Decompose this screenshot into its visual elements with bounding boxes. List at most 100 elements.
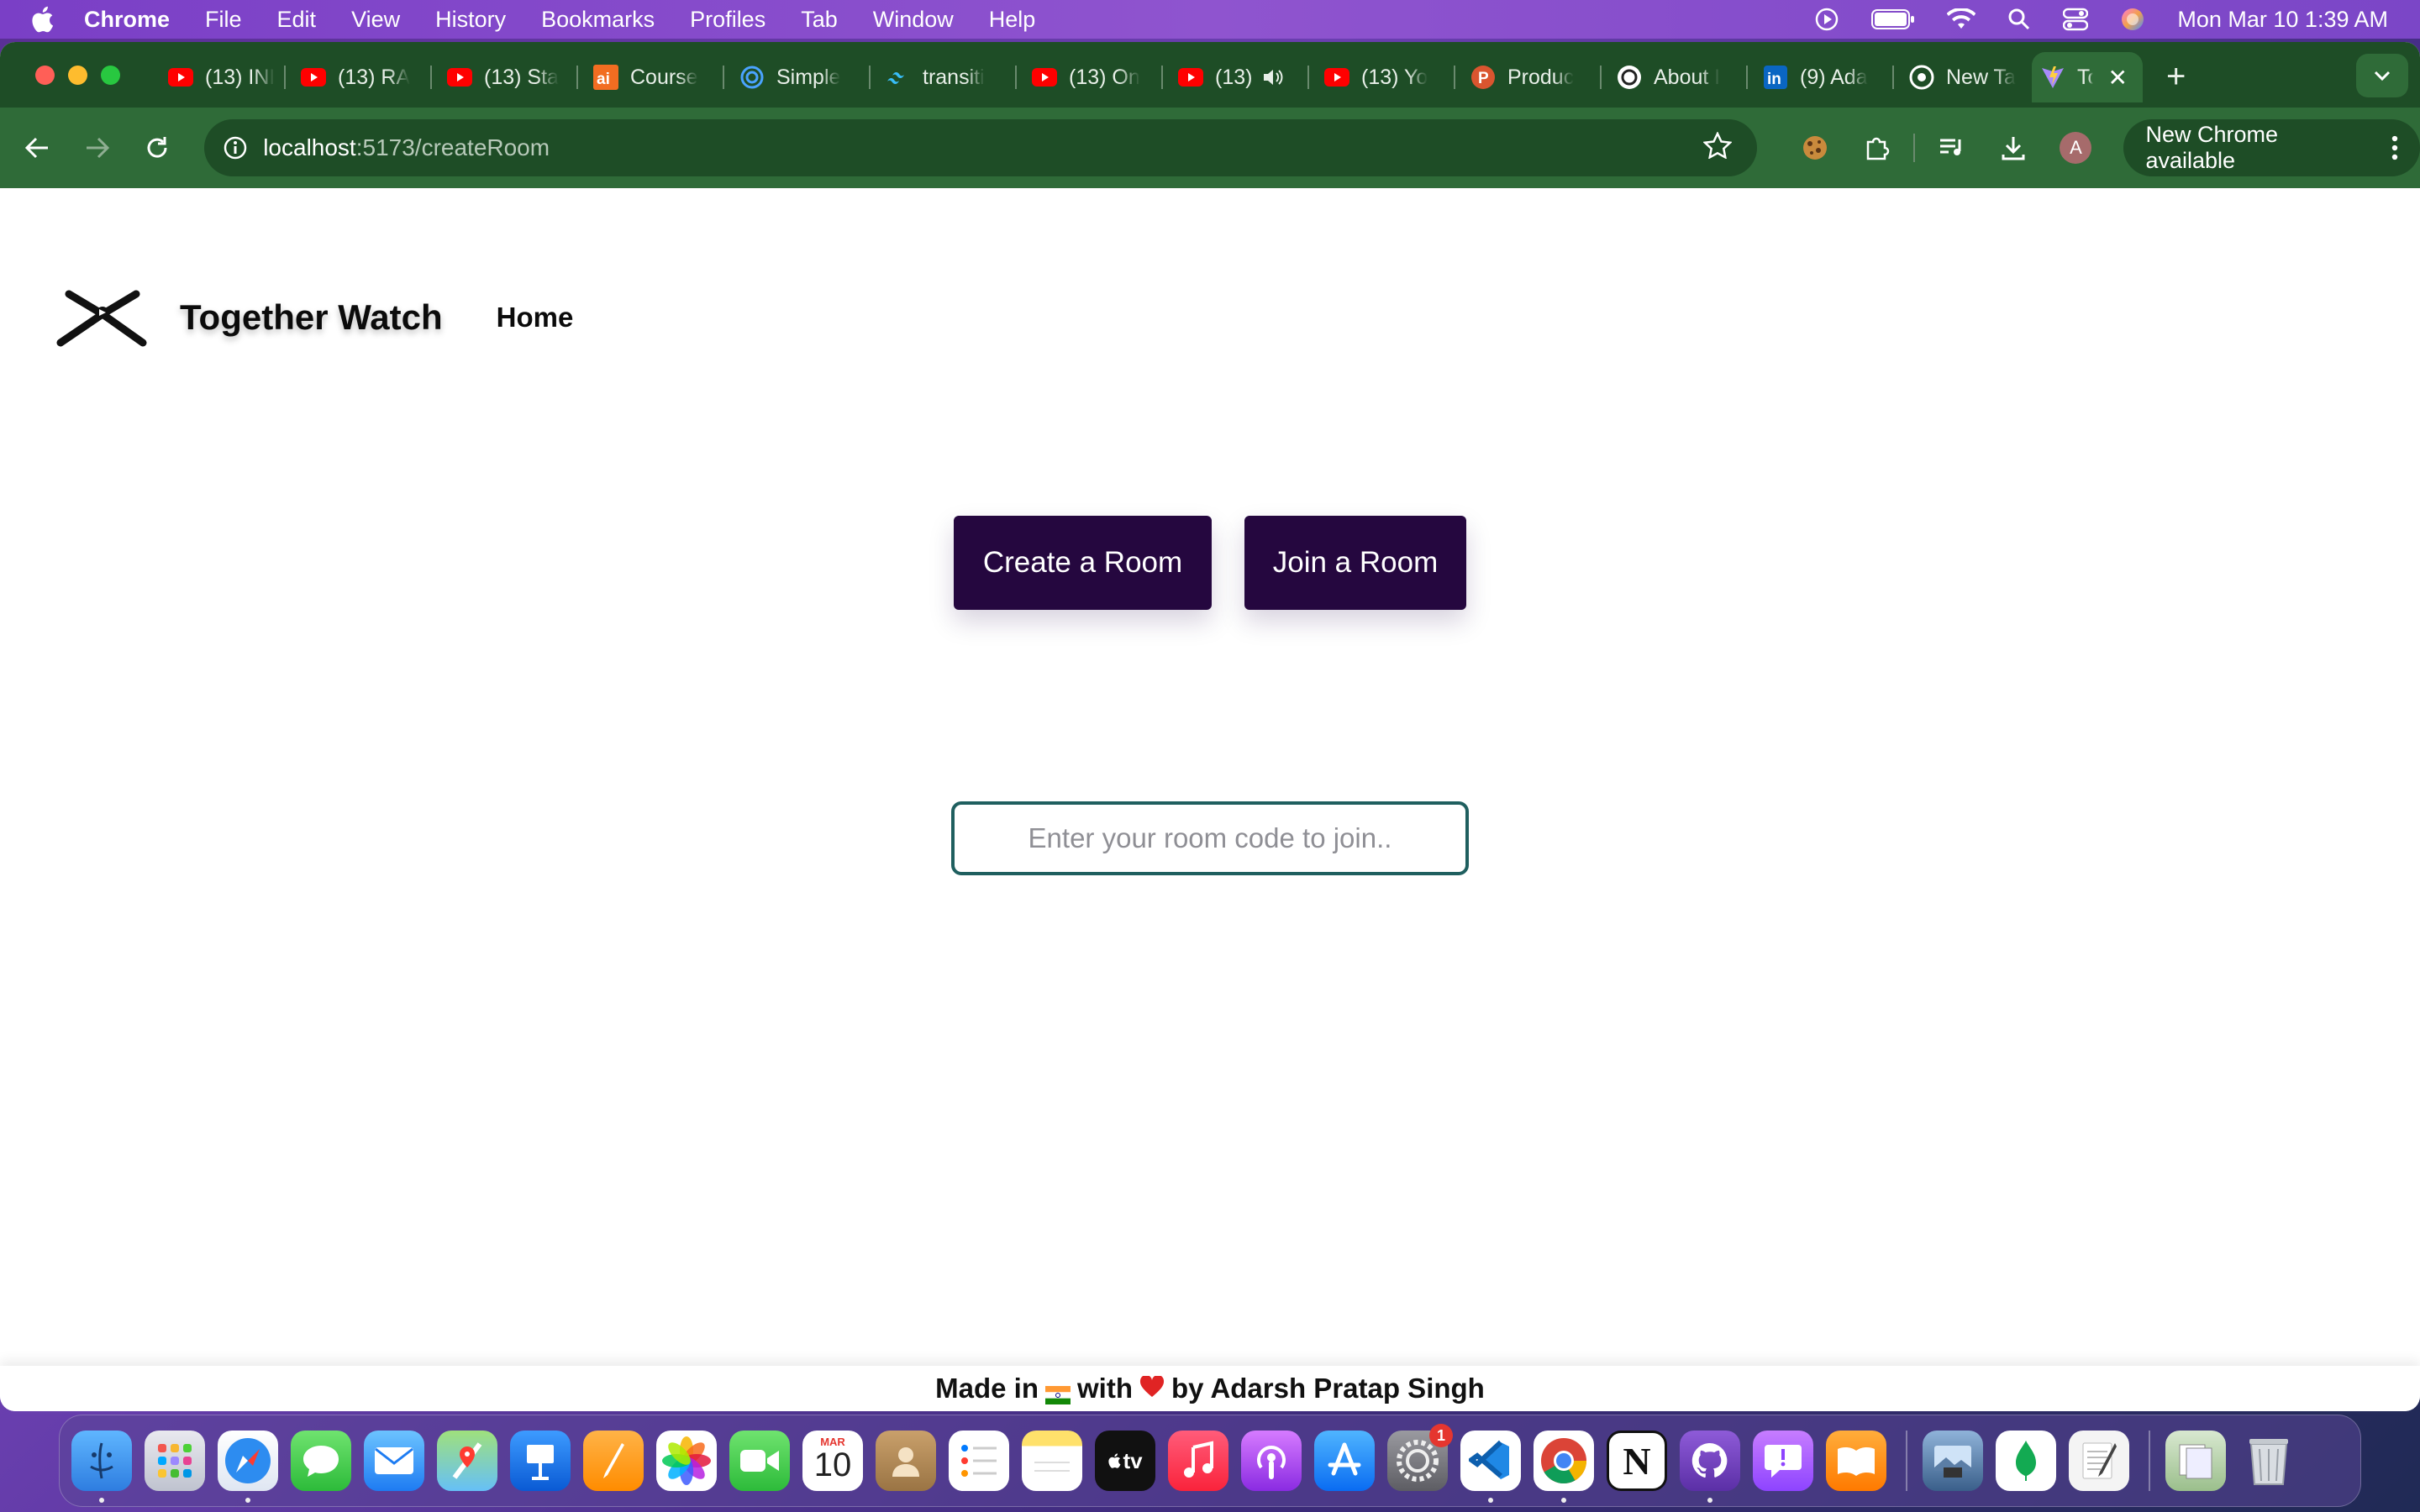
tab-linkedin[interactable]: in (9) Ada: [1754, 52, 1886, 102]
menu-history[interactable]: History: [435, 7, 506, 33]
dock-app-store-icon[interactable]: [1314, 1431, 1375, 1491]
dock-trash-icon[interactable]: [2238, 1431, 2299, 1491]
menu-file[interactable]: File: [205, 7, 242, 33]
tab-youtube-1[interactable]: (13) INI: [160, 52, 277, 102]
menu-profiles[interactable]: Profiles: [690, 7, 765, 33]
arrow-left-icon: [24, 137, 48, 159]
tab-youtube-5[interactable]: (13) Yo: [1316, 52, 1447, 102]
menu-app-name[interactable]: Chrome: [84, 7, 170, 33]
tab-strip: (13) INI (13) RA (13) Sta ai Course Simp…: [0, 42, 2420, 108]
nav-home-link[interactable]: Home: [497, 302, 574, 333]
menu-window[interactable]: Window: [873, 7, 954, 33]
speaker-icon[interactable]: [1262, 67, 1284, 87]
media-queue-icon[interactable]: [1920, 136, 1982, 160]
back-button[interactable]: [7, 136, 67, 160]
tab-together-active[interactable]: Tog ✕: [2032, 52, 2143, 102]
tab-transition[interactable]: transiti: [877, 52, 1008, 102]
dock-books-icon[interactable]: [1826, 1431, 1886, 1491]
site-info-icon[interactable]: [223, 135, 248, 160]
dock-podcasts-icon[interactable]: [1241, 1431, 1302, 1491]
heart-icon: [1139, 1373, 1165, 1404]
together-watch-logo-icon[interactable]: [54, 287, 150, 348]
dock-facetime-icon[interactable]: [729, 1431, 790, 1491]
dock-feedback-icon[interactable]: [1753, 1431, 1813, 1491]
menu-tab[interactable]: Tab: [801, 7, 838, 33]
linkedin-icon: in: [1763, 65, 1788, 90]
dock-calendar-icon[interactable]: MAR 10: [802, 1431, 863, 1491]
tab-youtube-audio[interactable]: (13): [1170, 52, 1301, 102]
tab-youtube-4[interactable]: (13) On: [1023, 52, 1155, 102]
address-bar[interactable]: localhost:5173/createRoom: [204, 119, 1758, 176]
dock-keynote-icon[interactable]: [510, 1431, 571, 1491]
tab-youtube-2[interactable]: (13) RA: [292, 52, 424, 102]
siri-icon[interactable]: [2120, 7, 2145, 32]
control-center-icon[interactable]: [2063, 8, 2089, 31]
dock-system-settings-icon[interactable]: 1: [1387, 1424, 1453, 1491]
dock-photos-icon[interactable]: [656, 1431, 717, 1491]
tab-producthunt[interactable]: P Produc: [1462, 52, 1593, 102]
new-chrome-available-button[interactable]: New Chrome available: [2123, 119, 2420, 176]
dock-vscode-icon[interactable]: [1460, 1431, 1521, 1503]
tab-new-tab[interactable]: New Ta: [1901, 52, 2032, 102]
dock-reminders-icon[interactable]: [949, 1431, 1009, 1491]
dock-notion-icon[interactable]: N: [1607, 1431, 1667, 1491]
media-play-icon[interactable]: [1814, 7, 1839, 32]
tab-youtube-3[interactable]: (13) Sta: [439, 52, 570, 102]
dock-preview-icon[interactable]: [1923, 1431, 1983, 1491]
minimize-window-button[interactable]: [68, 65, 87, 85]
battery-icon[interactable]: [1871, 8, 1915, 30]
tab-label: transiti: [923, 65, 985, 89]
youtube-icon: [1324, 65, 1349, 90]
close-tab-icon[interactable]: ✕: [2108, 64, 2128, 92]
new-tab-button[interactable]: +: [2166, 58, 2186, 96]
downloads-icon[interactable]: [1982, 134, 2044, 161]
extensions-puzzle-icon[interactable]: [1846, 134, 1908, 161]
youtube-icon: [301, 65, 326, 90]
tab-about[interactable]: About I: [1608, 52, 1739, 102]
tab-course[interactable]: ai Course: [585, 52, 716, 102]
forward-button[interactable]: [67, 136, 128, 160]
dock-downloads-stack-icon[interactable]: [2165, 1431, 2226, 1491]
url-host: localhost: [263, 134, 356, 160]
reload-button[interactable]: [127, 135, 187, 160]
menubar-clock[interactable]: Mon Mar 10 1:39 AM: [2177, 7, 2388, 33]
join-room-button[interactable]: Join a Room: [1244, 516, 1466, 610]
create-room-button[interactable]: Create a Room: [954, 516, 1212, 610]
dock-maps-icon[interactable]: [437, 1431, 497, 1491]
tab-separator: [284, 66, 286, 89]
dock-github-desktop-icon[interactable]: [1680, 1431, 1740, 1503]
dock-finder-icon[interactable]: [71, 1431, 132, 1503]
bookmark-star-icon[interactable]: [1702, 130, 1733, 165]
tailwind-icon: [886, 65, 911, 90]
menu-view[interactable]: View: [351, 7, 400, 33]
tab-search-dropdown[interactable]: [2356, 54, 2408, 97]
menu-help[interactable]: Help: [989, 7, 1036, 33]
dock-notes-icon[interactable]: [1022, 1431, 1082, 1491]
dock-contacts-icon[interactable]: [876, 1431, 936, 1491]
zoom-window-button[interactable]: [101, 65, 120, 85]
menu-edit[interactable]: Edit: [277, 7, 317, 33]
dock-mail-icon[interactable]: [364, 1431, 424, 1491]
apple-menu-icon[interactable]: [0, 6, 84, 33]
footer-with: with: [1077, 1373, 1133, 1404]
menu-bookmarks[interactable]: Bookmarks: [541, 7, 655, 33]
dock-music-icon[interactable]: [1168, 1431, 1228, 1491]
dock-messages-icon[interactable]: [291, 1431, 351, 1491]
site-title[interactable]: Together Watch: [180, 297, 443, 338]
spotlight-search-icon[interactable]: [2007, 8, 2031, 31]
dock-textedit-icon[interactable]: [2069, 1431, 2129, 1491]
dock-chrome-icon[interactable]: [1534, 1431, 1594, 1503]
close-window-button[interactable]: [35, 65, 55, 85]
wifi-icon[interactable]: [1947, 8, 1976, 30]
dock-tv-icon[interactable]: tv: [1095, 1431, 1155, 1491]
dock-launchpad-icon[interactable]: [145, 1431, 205, 1491]
dock-pages-icon[interactable]: [583, 1431, 644, 1491]
tab-simple[interactable]: Simple: [731, 52, 862, 102]
openai-icon: [1617, 65, 1642, 90]
profile-button[interactable]: A: [2044, 132, 2107, 164]
cookie-extension-icon[interactable]: [1784, 134, 1846, 162]
dock: MAR 10 tv 1 N: [59, 1415, 2361, 1507]
dock-safari-icon[interactable]: [218, 1431, 278, 1503]
room-code-input[interactable]: [951, 801, 1469, 875]
dock-mongodb-compass-icon[interactable]: [1996, 1431, 2056, 1491]
